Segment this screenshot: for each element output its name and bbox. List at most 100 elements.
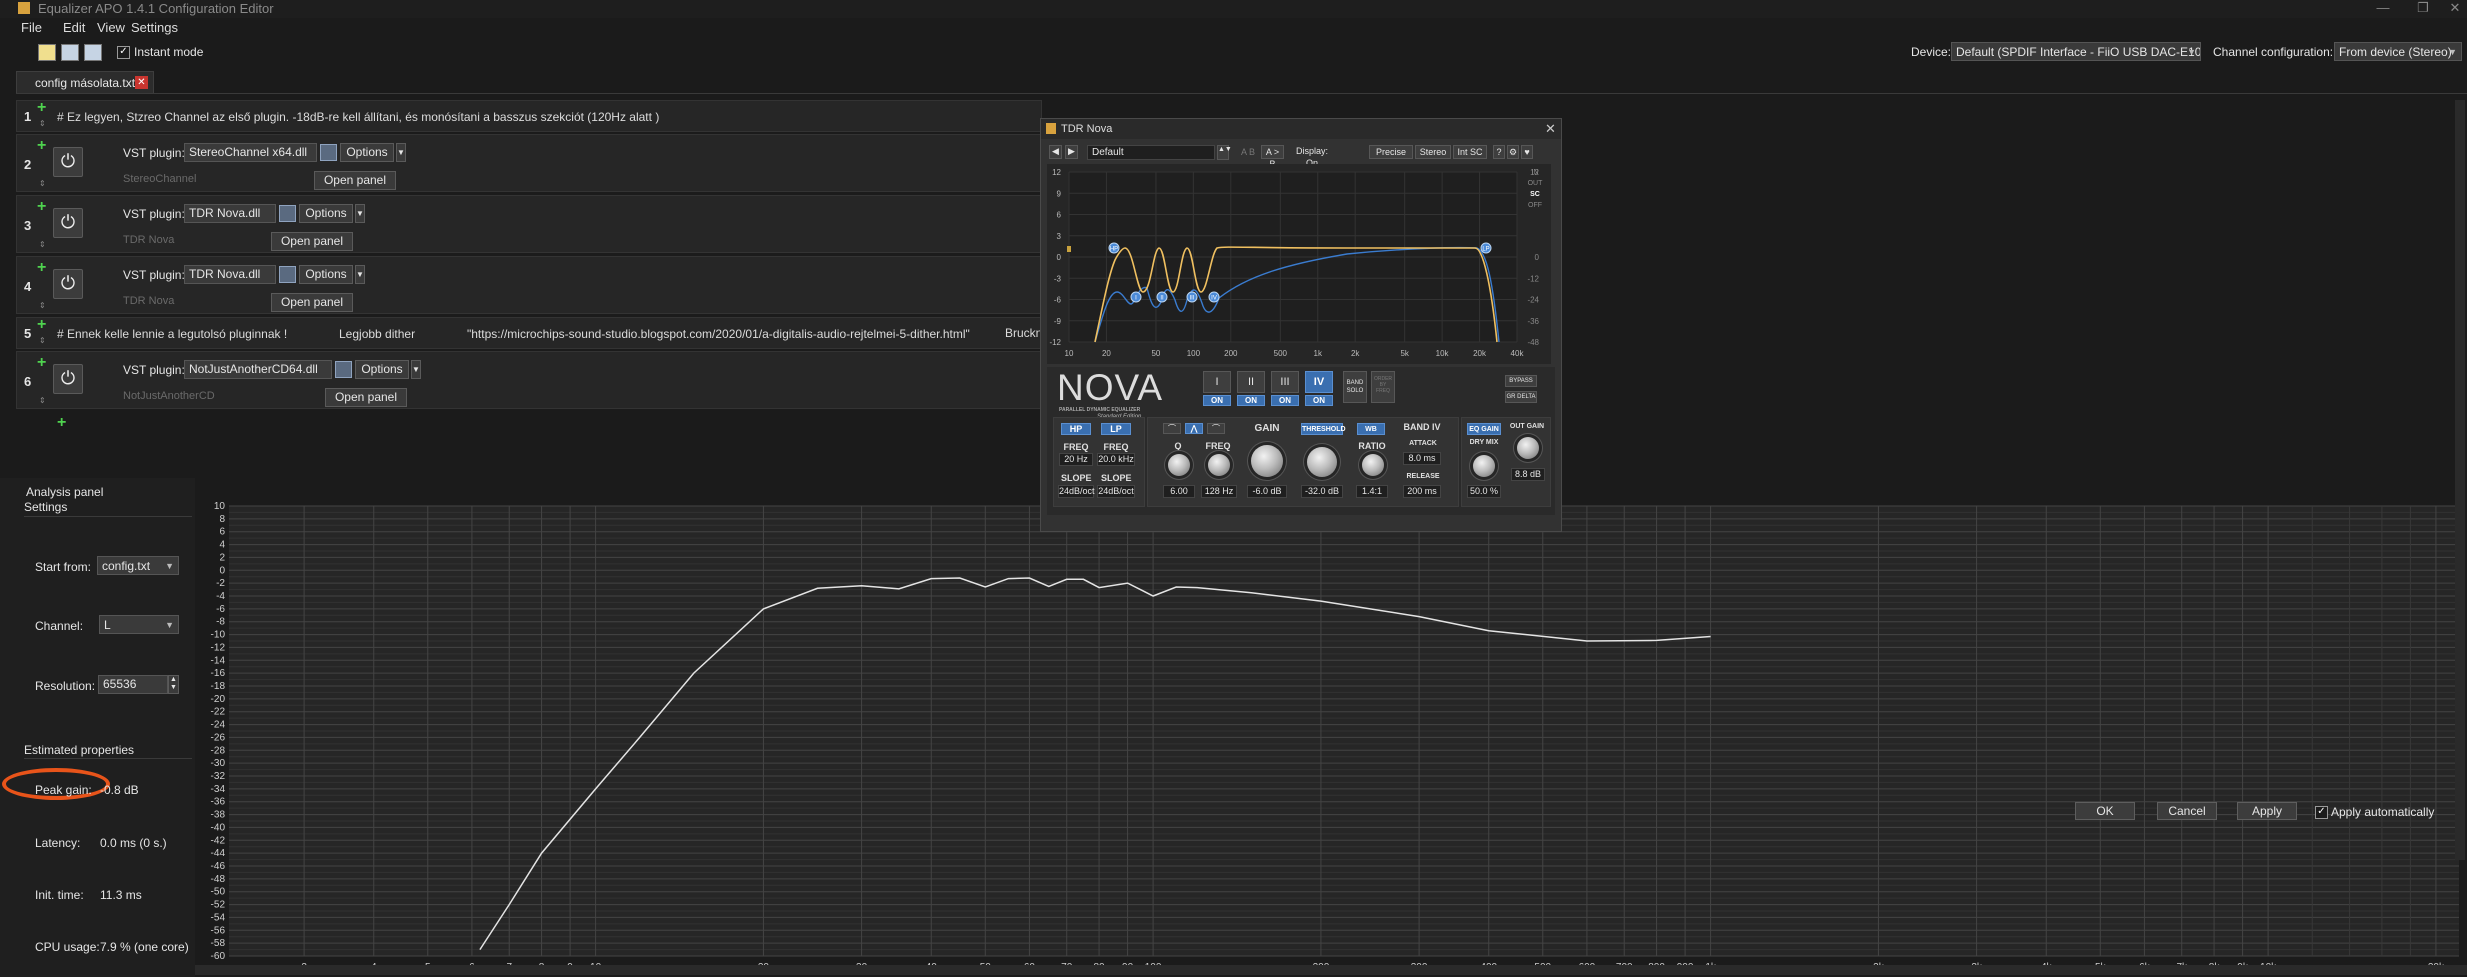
heart-icon[interactable]: ♥ (1521, 145, 1533, 159)
drag-handle-icon[interactable]: ⇕ (39, 119, 46, 128)
hp-slope-value[interactable]: 24dB/oct (1058, 485, 1095, 498)
wb-button[interactable]: WB (1357, 423, 1385, 435)
browse-file-icon[interactable] (279, 266, 296, 283)
channel-config-dropdown[interactable]: From device (Stereo) ▼ (2334, 42, 2462, 61)
dll-path-field[interactable]: TDR Nova.dll (184, 204, 276, 223)
stereo-button[interactable]: Stereo (1415, 145, 1451, 159)
drag-handle-icon[interactable]: ⇕ (39, 301, 46, 310)
hp-freq-value[interactable]: 20 Hz (1059, 453, 1093, 466)
start-from-dropdown[interactable]: config.txt ▼ (97, 556, 179, 575)
gr-delta-button[interactable]: GR DELTA (1505, 391, 1537, 403)
preset-stepper[interactable]: ▲▼ (1217, 145, 1232, 160)
options-chevron-icon[interactable]: ▼ (355, 265, 365, 284)
browse-file-icon[interactable] (320, 144, 337, 161)
comment-text[interactable]: # Ennek kelle lennie a legutolsó pluginn… (57, 327, 287, 341)
vertical-scrollbar[interactable] (2455, 100, 2465, 860)
lp-freq-value[interactable]: 20.0 kHz (1097, 453, 1135, 466)
add-filter-icon[interactable]: + (37, 259, 46, 277)
bell-shape-icon[interactable]: ⋀ (1185, 423, 1203, 434)
menu-file[interactable]: File (21, 20, 42, 35)
order-by-freq-button[interactable]: ORDER BY FREQ (1371, 371, 1395, 403)
drag-handle-icon[interactable]: ⇕ (39, 179, 46, 188)
new-file-icon[interactable] (38, 44, 56, 61)
close-icon[interactable]: ✕ (2440, 0, 2467, 16)
next-preset-icon[interactable]: ▶ (1065, 145, 1078, 159)
resolution-stepper[interactable]: ▲ ▼ (168, 675, 179, 694)
maximize-icon[interactable]: ❐ (2408, 0, 2438, 16)
open-panel-button[interactable]: Open panel (271, 293, 353, 312)
q-value[interactable]: 6.00 (1163, 485, 1195, 498)
band-iii-on[interactable]: ON (1271, 395, 1299, 406)
ok-button[interactable]: OK (2075, 802, 2135, 820)
int-sc-button[interactable]: Int SC (1453, 145, 1487, 159)
a-to-b-button[interactable]: A > B (1261, 145, 1284, 169)
lp-slope-value[interactable]: 24dB/oct (1097, 485, 1135, 498)
power-toggle-icon[interactable]: ⏻ (53, 269, 83, 299)
threshold-button[interactable]: THRESHOLD (1301, 423, 1346, 435)
menu-settings[interactable]: Settings (131, 20, 178, 35)
hp-button[interactable]: HP (1061, 423, 1091, 435)
options-button[interactable]: Options (299, 204, 353, 223)
band-i-on[interactable]: ON (1203, 395, 1231, 406)
out-gain-value[interactable]: 8.8 dB (1511, 468, 1545, 481)
tab-config[interactable]: config másolata.txt ✕ (16, 71, 154, 94)
add-filter-icon[interactable]: + (37, 354, 46, 372)
apply-button[interactable]: Apply (2237, 802, 2297, 820)
preset-field[interactable]: Default (1087, 145, 1215, 160)
band-freq-knob[interactable] (1208, 454, 1230, 476)
browse-file-icon[interactable] (279, 205, 296, 222)
nova-eq-graph[interactable]: 10 20 50 100 200 500 1k 2k 5k 10k 20k 40k 12 9 6 3 0 -3 -6… (1047, 164, 1551, 364)
band-iii-selector[interactable]: III (1271, 371, 1299, 393)
power-toggle-icon[interactable]: ⏻ (53, 208, 83, 238)
threshold-value[interactable]: -32.0 dB (1301, 485, 1343, 498)
dll-path-field[interactable]: TDR Nova.dll (184, 265, 276, 284)
browse-file-icon[interactable] (335, 361, 352, 378)
open-panel-button[interactable]: Open panel (325, 388, 407, 407)
precise-button[interactable]: Precise (1369, 145, 1413, 159)
options-button[interactable]: Options (299, 265, 353, 284)
ratio-knob[interactable] (1362, 454, 1384, 476)
open-file-icon[interactable] (61, 44, 79, 61)
attack-value[interactable]: 8.0 ms (1403, 452, 1441, 465)
dll-path-field[interactable]: StereoChannel x64.dll (184, 143, 317, 162)
gain-knob[interactable] (1251, 445, 1283, 477)
display-toggle[interactable]: Display: On (1291, 145, 1333, 168)
comment-text[interactable]: # Ez legyen, Stzreo Channel az első plug… (57, 110, 659, 124)
open-panel-button[interactable]: Open panel (271, 232, 353, 251)
apply-automatically-checkbox[interactable]: ✓ (2315, 806, 2328, 819)
dry-mix-value[interactable]: 50.0 % (1467, 485, 1501, 498)
band-ii-selector[interactable]: II (1237, 371, 1265, 393)
band-freq-value[interactable]: 128 Hz (1201, 485, 1237, 498)
out-gain-knob[interactable] (1517, 437, 1539, 459)
options-button[interactable]: Options (355, 360, 409, 379)
eq-gain-button[interactable]: EQ GAIN (1467, 423, 1501, 435)
q-knob[interactable] (1168, 454, 1190, 476)
add-filter-icon[interactable]: + (37, 198, 46, 216)
ab-toggle[interactable]: A B (1241, 147, 1255, 157)
band-iv-on[interactable]: ON (1305, 395, 1333, 406)
band-i-selector[interactable]: I (1203, 371, 1231, 393)
help-button[interactable]: ? (1493, 145, 1505, 159)
gear-icon[interactable]: ⚙ (1507, 145, 1519, 159)
cancel-button[interactable]: Cancel (2157, 802, 2217, 820)
threshold-knob[interactable] (1307, 447, 1337, 477)
channel-dropdown[interactable]: L ▼ (99, 615, 179, 634)
add-filter-icon[interactable]: + (37, 316, 46, 334)
instant-mode-checkbox[interactable]: ✓ (117, 46, 130, 59)
power-toggle-icon[interactable]: ⏻ (53, 364, 83, 394)
dry-mix-knob[interactable] (1473, 455, 1495, 477)
prev-preset-icon[interactable]: ◀ (1049, 145, 1062, 159)
tab-close-icon[interactable]: ✕ (135, 76, 148, 89)
drag-handle-icon[interactable]: ⇕ (39, 396, 46, 405)
drag-handle-icon[interactable]: ⇕ (39, 336, 46, 345)
gain-value[interactable]: -6.0 dB (1247, 485, 1287, 498)
comment-url[interactable]: "https://microchips-sound-studio.blogspo… (467, 327, 970, 341)
drag-handle-icon[interactable]: ⇕ (39, 240, 46, 249)
menu-edit[interactable]: Edit (63, 20, 85, 35)
open-panel-button[interactable]: Open panel (314, 171, 396, 190)
minimize-icon[interactable]: — (2368, 0, 2398, 16)
dll-path-field[interactable]: NotJustAnotherCD64.dll (184, 360, 332, 379)
power-toggle-icon[interactable]: ⏻ (53, 147, 83, 177)
band-iv-selector[interactable]: IV (1305, 371, 1333, 393)
shelf-low-icon[interactable]: ⌒ (1163, 423, 1181, 434)
